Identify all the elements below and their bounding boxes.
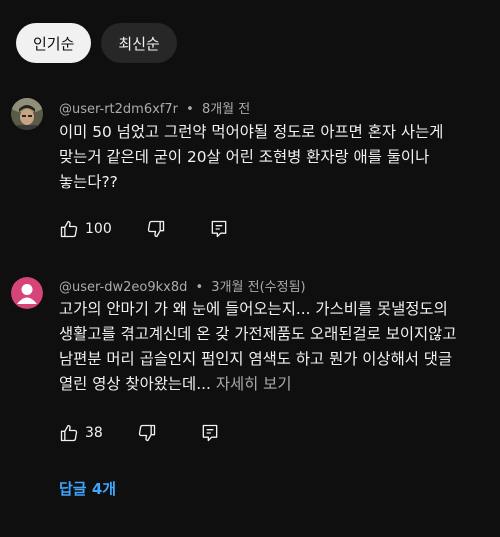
comment-meta: @user-rt2dm6xf7r • 8개월 전	[59, 98, 250, 117]
comment-text: 이미 50 넘었고 그런약 먹어야될 정도로 아프면 혼자 사는게 맞는거 같은…	[59, 123, 444, 191]
dislike-icon[interactable]	[137, 423, 157, 443]
default-person-avatar-icon[interactable]	[11, 277, 43, 309]
comment-actions: 100	[59, 217, 229, 241]
read-more-link[interactable]: 자세히 보기	[216, 375, 292, 393]
like-count: 38	[85, 425, 103, 441]
like-count: 100	[85, 221, 112, 237]
comment-author[interactable]: @user-rt2dm6xf7r	[59, 102, 178, 117]
photo-avatar-icon[interactable]	[11, 98, 43, 130]
comment-meta: @user-dw2eo9kx8d • 3개월 전(수정됨)	[59, 276, 306, 295]
comment-author[interactable]: @user-dw2eo9kx8d	[59, 280, 187, 295]
sort-popular-chip[interactable]: 인기순	[16, 23, 92, 63]
meta-separator: •	[195, 280, 204, 295]
sort-chips: 인기순 최신순	[16, 23, 177, 63]
comment-actions: 38	[59, 421, 220, 445]
comment-time[interactable]: 3개월 전(수정됨)	[211, 280, 305, 295]
reply-icon[interactable]	[209, 219, 229, 239]
reply-icon[interactable]	[200, 423, 220, 443]
sort-latest-chip[interactable]: 최신순	[101, 23, 177, 63]
dislike-icon[interactable]	[146, 219, 166, 239]
comment-time[interactable]: 8개월 전	[202, 102, 250, 117]
meta-separator: •	[186, 102, 194, 117]
view-replies-link[interactable]: 답글 4개	[59, 478, 116, 499]
comment-text: 고가의 안마기 가 왜 눈에 들어오는지... 가스비를 못낼정도의 생활고를 …	[59, 297, 484, 397]
like-icon[interactable]	[59, 219, 79, 239]
like-icon[interactable]	[59, 423, 79, 443]
